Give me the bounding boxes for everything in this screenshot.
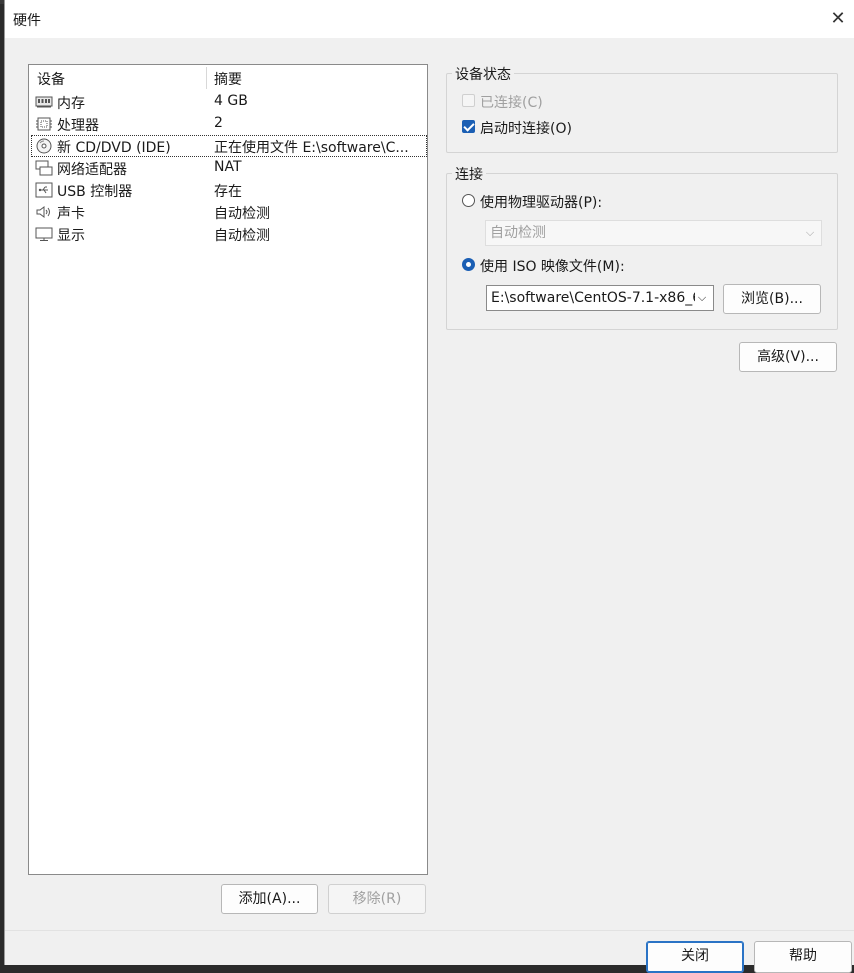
connected-label: 已连接(C) — [480, 92, 543, 112]
device-summary: 2 — [214, 115, 424, 131]
remove-device-button[interactable]: 移除(R) — [328, 884, 426, 914]
column-divider[interactable] — [206, 67, 207, 89]
device-summary: 自动检测 — [214, 225, 424, 245]
physical-drive-dropdown[interactable]: 自动检测 ⌵ — [485, 220, 822, 246]
device-summary: NAT — [214, 159, 424, 175]
physical-drive-label: 使用物理驱动器(P): — [480, 192, 602, 212]
device-name: 内存 — [57, 93, 85, 113]
device-name: 网络适配器 — [57, 159, 127, 179]
usb-icon — [35, 182, 53, 198]
advanced-button[interactable]: 高级(V)... — [739, 342, 837, 372]
connection-title: 连接 — [452, 164, 486, 184]
close-button[interactable]: 关闭 — [646, 941, 744, 973]
device-row-cd-dvd[interactable]: 新 CD/DVD (IDE) 正在使用文件 E:\software\C... — [31, 135, 427, 157]
device-row-processor[interactable]: 处理器 2 — [31, 113, 427, 135]
help-button[interactable]: 帮助 — [754, 941, 852, 973]
dialog-title: 硬件 — [13, 10, 41, 30]
device-summary: 存在 — [214, 181, 424, 201]
speaker-icon — [35, 204, 53, 220]
add-device-button[interactable]: 添加(A)... — [221, 884, 318, 914]
chevron-down-icon[interactable]: ⌵ — [695, 286, 709, 310]
network-adapter-icon — [35, 160, 53, 176]
device-name: 显示 — [57, 225, 85, 245]
device-row-memory[interactable]: 内存 4 GB — [31, 91, 427, 113]
device-status-group — [446, 73, 838, 153]
device-name: 新 CD/DVD (IDE) — [57, 137, 171, 157]
connect-at-power-on-label: 启动时连接(O) — [480, 118, 572, 138]
iso-image-label: 使用 ISO 映像文件(M): — [480, 256, 625, 276]
iso-image-radio[interactable] — [462, 258, 475, 271]
chevron-down-icon: ⌵ — [803, 221, 817, 245]
device-row-usb-controller[interactable]: USB 控制器 存在 — [31, 179, 427, 201]
cd-dvd-icon — [35, 138, 53, 154]
device-row-sound-card[interactable]: 声卡 自动检测 — [31, 201, 427, 223]
device-list[interactable]: 设备 摘要 内存 4 GB 处理器 2 新 CD/DVD (IDE) 正在使用文… — [28, 64, 428, 875]
device-summary: 4 GB — [214, 93, 424, 109]
close-icon[interactable]: ✕ — [825, 6, 851, 32]
device-name: USB 控制器 — [57, 181, 132, 201]
device-status-title: 设备状态 — [452, 64, 514, 84]
device-summary: 自动检测 — [214, 203, 424, 223]
device-summary: 正在使用文件 E:\software\C... — [214, 137, 424, 157]
connect-at-power-on-checkbox[interactable] — [462, 120, 475, 133]
column-header-device[interactable]: 设备 — [37, 69, 65, 89]
device-name: 处理器 — [57, 115, 99, 135]
display-icon — [35, 226, 53, 242]
device-name: 声卡 — [57, 203, 85, 223]
iso-path-value[interactable]: E:\software\CentOS-7.1-x86_6 — [491, 290, 701, 306]
connected-checkbox[interactable] — [462, 94, 475, 107]
physical-drive-radio[interactable] — [462, 194, 475, 207]
memory-icon — [35, 94, 53, 110]
device-list-header: 设备 摘要 — [29, 65, 427, 89]
processor-icon — [35, 116, 53, 132]
hardware-dialog: 硬件 ✕ 设备 摘要 内存 4 GB 处理器 2 新 CD/DVD (IDE) … — [4, 0, 854, 965]
title-bar: 硬件 ✕ — [5, 0, 854, 38]
physical-drive-value: 自动检测 — [490, 225, 546, 241]
column-header-summary[interactable]: 摘要 — [214, 69, 242, 89]
device-row-network-adapter[interactable]: 网络适配器 NAT — [31, 157, 427, 179]
device-row-display[interactable]: 显示 自动检测 — [31, 223, 427, 245]
iso-path-combobox[interactable]: E:\software\CentOS-7.1-x86_6 ⌵ — [486, 285, 714, 311]
browse-button[interactable]: 浏览(B)... — [723, 284, 821, 314]
